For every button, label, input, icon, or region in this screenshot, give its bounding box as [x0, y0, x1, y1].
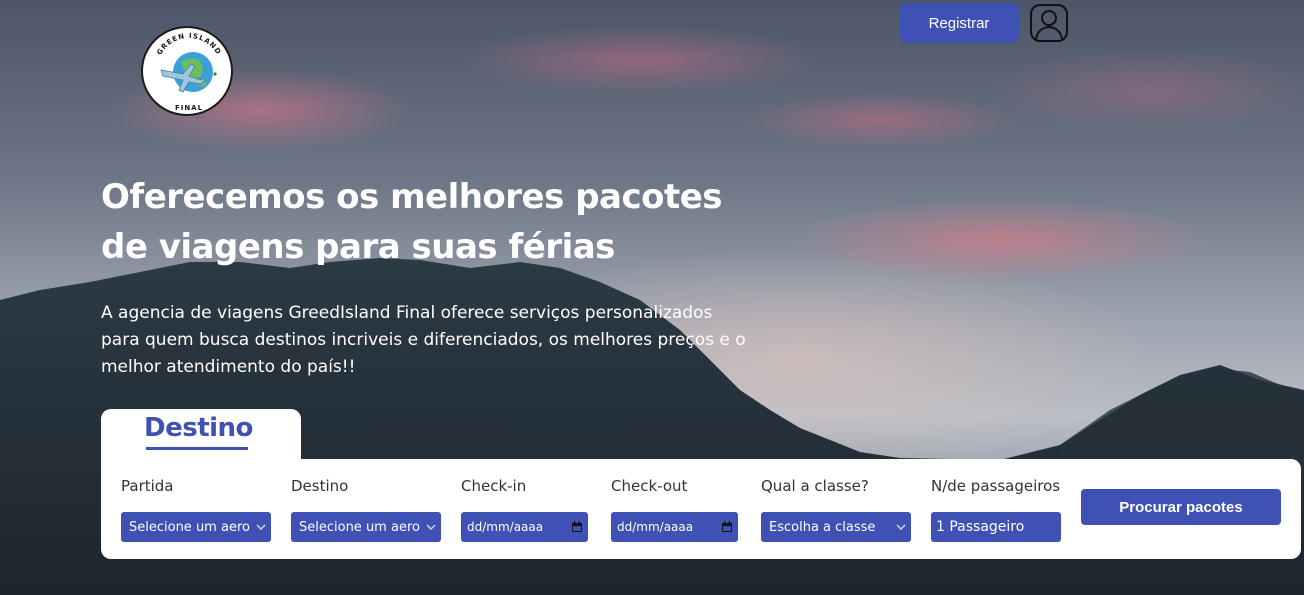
headline-line-2: de viagens para suas férias [101, 227, 615, 267]
description-line-2: para quem busca destinos incriveis e dif… [101, 330, 746, 350]
partida-value: Selecione um aeroporto [129, 519, 251, 535]
tab-destino-label: Destino [144, 413, 253, 443]
description-line-1: A agencia de viagens GreedIsland Final o… [101, 303, 713, 323]
checkout-value: dd/mm/aaaa [617, 520, 694, 534]
classe-value: Escolha a classe [769, 519, 876, 535]
checkin-date-input[interactable]: dd/mm/aaaa [461, 512, 588, 542]
user-icon[interactable] [1030, 4, 1068, 42]
tab-destino[interactable]: Destino [101, 409, 301, 463]
checkin-label: Check-in [461, 477, 527, 495]
checkout-label: Check-out [611, 477, 688, 495]
description-line-3: melhor atendimento do país!! [101, 357, 356, 377]
brand-logo[interactable]: GREEN ISLAND FINAL [141, 26, 233, 116]
passageiros-label: N/de passageiros [931, 477, 1061, 495]
tab-active-underline [146, 447, 248, 450]
passageiros-input[interactable]: 1 Passageiro [931, 512, 1061, 542]
passageiros-value: 1 Passageiro [936, 519, 1025, 535]
calendar-icon[interactable] [566, 512, 588, 542]
logo-bottom-text: FINAL [175, 104, 203, 112]
destino-label: Destino [291, 477, 349, 495]
destino-select[interactable]: Selecione um aeroporto [291, 512, 441, 542]
headline-line-1: Oferecemos os melhores pacotes [101, 177, 723, 217]
globe-airplane-icon: GREEN ISLAND FINAL [155, 32, 221, 112]
classe-select[interactable]: Escolha a classe [761, 512, 911, 542]
chevron-down-icon [891, 512, 911, 542]
partida-label: Partida [121, 477, 174, 495]
hero-description: A agencia de viagens GreedIsland Final o… [101, 300, 761, 381]
partida-select[interactable]: Selecione um aeroporto [121, 512, 271, 542]
classe-label: Qual a classe? [761, 477, 869, 495]
user-profile-icon [1030, 4, 1068, 42]
calendar-icon[interactable] [716, 512, 738, 542]
chevron-down-icon [421, 512, 441, 542]
chevron-down-icon [251, 512, 271, 542]
checkin-value: dd/mm/aaaa [467, 520, 544, 534]
destino-value: Selecione um aeroporto [299, 519, 421, 535]
hero-headline: Oferecemos os melhores pacotes de viagen… [101, 172, 781, 272]
checkout-date-input[interactable]: dd/mm/aaaa [611, 512, 738, 542]
register-button[interactable]: Registrar [899, 3, 1019, 43]
search-packages-button[interactable]: Procurar pacotes [1081, 489, 1281, 525]
search-panel: Partida Selecione um aeroporto Destino S… [101, 459, 1301, 559]
